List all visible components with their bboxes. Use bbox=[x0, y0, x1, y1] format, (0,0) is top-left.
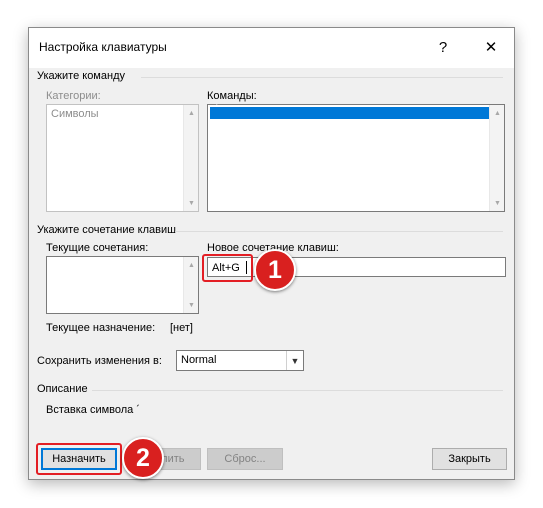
scroll-down-icon[interactable]: ▼ bbox=[184, 196, 199, 210]
reset-button[interactable]: Сброс... bbox=[207, 448, 283, 470]
commands-scrollbar[interactable]: ▲ ▼ bbox=[489, 105, 504, 211]
dialog-title: Настройка клавиатуры bbox=[39, 40, 167, 54]
current-assignment-value: [нет] bbox=[170, 322, 193, 334]
description-section-divider bbox=[92, 390, 503, 391]
step-2-number: 2 bbox=[136, 443, 150, 472]
current-keys-scrollbar[interactable]: ▲ ▼ bbox=[183, 257, 198, 313]
shortcut-section-divider bbox=[175, 231, 503, 232]
categories-scrollbar[interactable]: ▲ ▼ bbox=[183, 105, 198, 211]
current-keys-label: Текущие сочетания: bbox=[46, 242, 149, 254]
help-icon: ? bbox=[438, 38, 448, 56]
scroll-down-icon[interactable]: ▼ bbox=[490, 196, 505, 210]
categories-list[interactable]: Символы ▲ ▼ bbox=[46, 104, 199, 212]
current-keys-list[interactable]: ▲ ▼ bbox=[46, 256, 199, 314]
scroll-up-icon[interactable]: ▲ bbox=[184, 258, 199, 272]
scroll-up-icon[interactable]: ▲ bbox=[490, 106, 505, 120]
step-1-badge: 1 bbox=[254, 249, 296, 291]
scroll-up-icon[interactable]: ▲ bbox=[184, 106, 199, 120]
current-assignment-label: Текущее назначение: bbox=[46, 322, 156, 334]
description-section-label: Описание bbox=[37, 383, 88, 395]
commands-list[interactable]: ´ ▲ ▼ bbox=[207, 104, 505, 212]
save-in-label: Сохранить изменения в: bbox=[37, 355, 162, 367]
step-2-badge: 2 bbox=[122, 437, 164, 479]
keyboard-customize-dialog: Настройка клавиатуры ? ✕ Укажите команду… bbox=[28, 27, 515, 480]
save-in-value: Normal bbox=[181, 354, 217, 366]
shortcut-highlight-box bbox=[202, 254, 253, 282]
description-text: Вставка символа ´ bbox=[46, 404, 140, 416]
category-item[interactable]: Символы bbox=[51, 108, 99, 120]
close-icon: ✕ bbox=[484, 39, 498, 56]
command-item-label: ´ bbox=[215, 104, 219, 115]
command-section-label: Укажите команду bbox=[37, 70, 125, 82]
step-1-number: 1 bbox=[268, 255, 282, 284]
help-button[interactable]: ? bbox=[425, 33, 461, 61]
assign-highlight-box bbox=[36, 443, 122, 475]
close-button-label: Закрыть bbox=[448, 453, 491, 465]
scroll-down-icon[interactable]: ▼ bbox=[184, 298, 199, 312]
save-in-select[interactable]: Normal ▼ bbox=[176, 350, 304, 371]
reset-button-label: Сброс... bbox=[224, 453, 266, 465]
title-bar: Настройка клавиатуры ? ✕ bbox=[29, 28, 514, 68]
categories-label: Категории: bbox=[46, 90, 101, 102]
command-item-selected[interactable]: ´ bbox=[210, 104, 489, 119]
close-button[interactable]: Закрыть bbox=[432, 448, 507, 470]
command-section-divider bbox=[141, 77, 503, 78]
chevron-down-icon[interactable]: ▼ bbox=[286, 351, 303, 370]
close-window-button[interactable]: ✕ bbox=[473, 33, 509, 61]
shortcut-section-label: Укажите сочетание клавиш bbox=[37, 224, 176, 236]
commands-label: Команды: bbox=[207, 90, 257, 102]
